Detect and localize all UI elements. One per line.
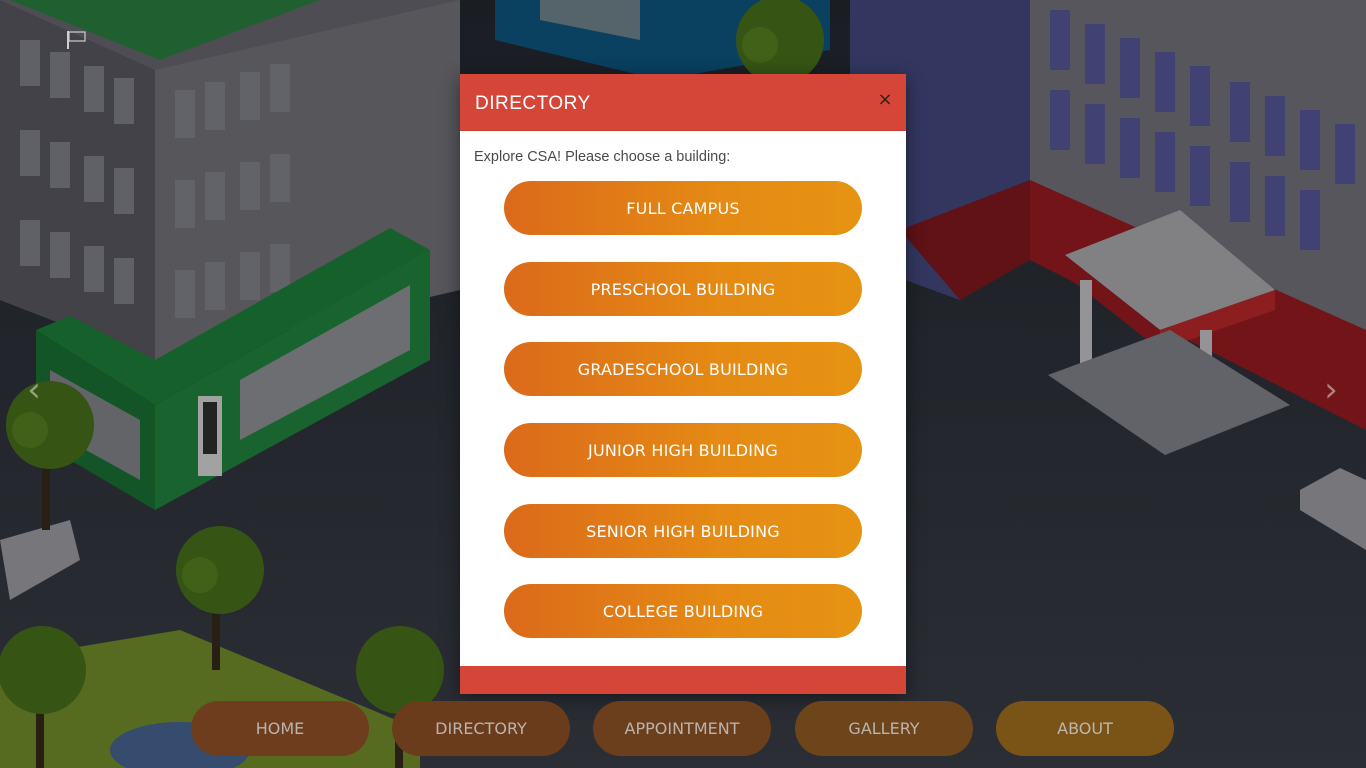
gradeschool-building-button[interactable]: GRADESCHOOL BUILDING <box>504 342 862 396</box>
carousel-next-button[interactable]: › <box>1311 370 1351 410</box>
modal-body: Explore CSA! Please choose a building: F… <box>460 131 906 667</box>
chevron-left-icon: ‹ <box>27 370 41 410</box>
preschool-building-button[interactable]: PRESCHOOL BUILDING <box>504 262 862 316</box>
modal-footer <box>460 666 906 694</box>
junior-high-building-button[interactable]: JUNIOR HIGH BUILDING <box>504 423 862 477</box>
full-campus-button[interactable]: FULL CAMPUS <box>504 181 862 235</box>
directory-modal: DIRECTORY × Explore CSA! Please choose a… <box>460 74 906 694</box>
nav-appointment-button[interactable]: APPOINTMENT <box>593 701 771 756</box>
nav-home-button[interactable]: HOME <box>191 701 369 756</box>
chevron-right-icon: › <box>1324 370 1338 410</box>
modal-intro-text: Explore CSA! Please choose a building: <box>474 149 731 165</box>
college-building-button[interactable]: COLLEGE BUILDING <box>504 584 862 638</box>
nav-directory-button[interactable]: DIRECTORY <box>392 701 570 756</box>
flag-icon <box>67 31 86 49</box>
close-icon[interactable]: × <box>876 90 894 110</box>
modal-header: DIRECTORY × <box>460 74 906 131</box>
carousel-prev-button[interactable]: ‹ <box>14 370 54 410</box>
senior-high-building-button[interactable]: SENIOR HIGH BUILDING <box>504 504 862 558</box>
nav-about-button[interactable]: ABOUT <box>996 701 1174 756</box>
nav-gallery-button[interactable]: GALLERY <box>795 701 973 756</box>
modal-title: DIRECTORY <box>475 93 591 114</box>
